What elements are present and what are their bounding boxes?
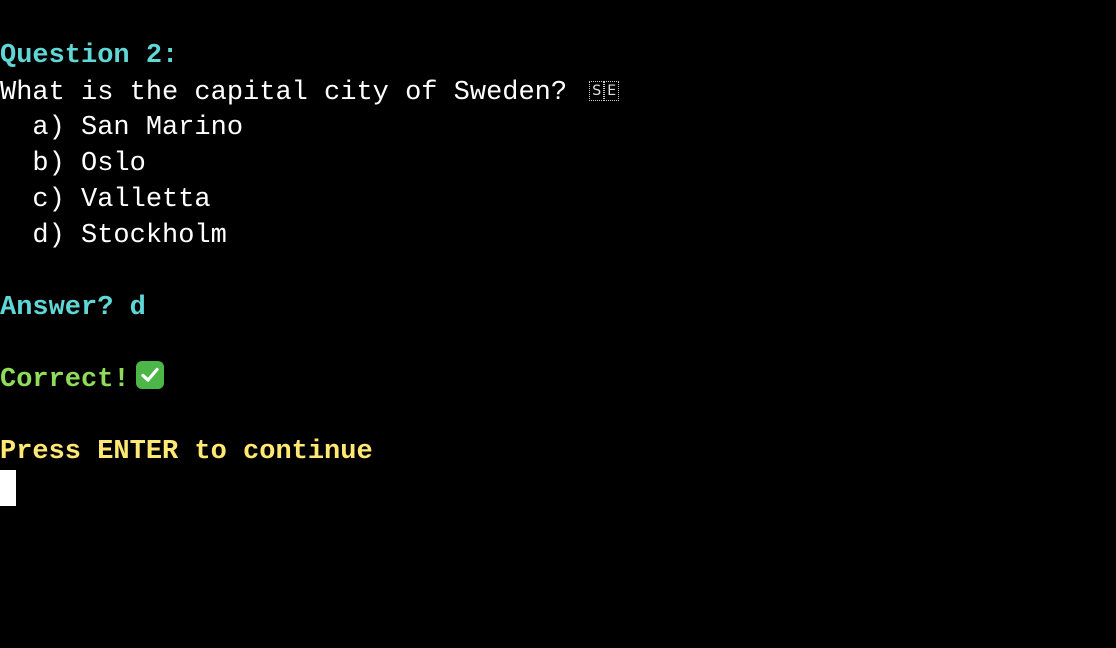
sweden-flag-icon: SE — [589, 71, 620, 107]
answer-prompt: Answer? d — [0, 293, 146, 323]
result-text: Correct! — [0, 365, 130, 395]
flag-letter-s: S — [589, 81, 605, 101]
continue-prompt: Press ENTER to continue — [0, 437, 373, 467]
option-b: b) Oslo — [0, 149, 146, 179]
check-mark-icon — [135, 360, 164, 389]
input-line[interactable] — [0, 470, 1116, 506]
option-c: c) Valletta — [0, 185, 211, 215]
flag-letter-e: E — [604, 81, 620, 101]
result-line: Correct! — [0, 360, 1116, 398]
text-cursor[interactable] — [0, 470, 16, 506]
question-heading: Question 2: — [0, 41, 179, 71]
option-a: a) San Marino — [0, 113, 244, 143]
terminal-window[interactable]: Question 2: What is the capital city of … — [0, 0, 1116, 648]
option-d: d) Stockholm — [0, 221, 227, 251]
question-line: What is the capital city of Sweden? SE — [0, 74, 1116, 110]
question-text: What is the capital city of Sweden? — [0, 78, 568, 109]
